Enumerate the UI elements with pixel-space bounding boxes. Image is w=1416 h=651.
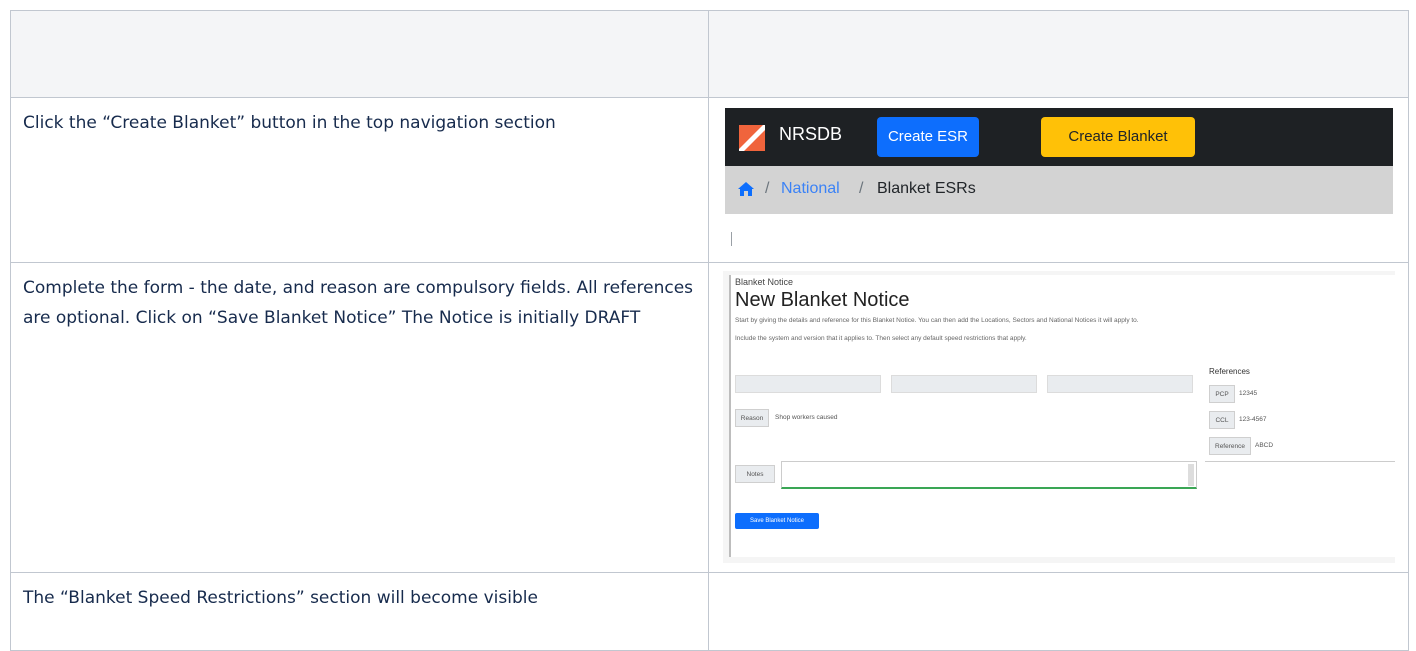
breadcrumb-separator: /	[765, 180, 770, 197]
save-blanket-notice-button[interactable]: Save Blanket Notice	[735, 513, 819, 529]
navbar: NRSDB Create ESR Create Blanket	[725, 108, 1393, 166]
step-text: Click the “Create Blanket” button in the…	[23, 113, 556, 133]
step-screenshot-cell	[708, 572, 1409, 651]
breadcrumb: / National / Blanket ESRs	[725, 166, 1393, 214]
header-cell-step	[10, 10, 709, 98]
step-description-cell: Click the “Create Blanket” button in the…	[10, 97, 709, 263]
brand-name: NRSDB	[779, 124, 843, 144]
breadcrumb-current-page: Blanket ESRs	[877, 180, 976, 197]
references-panel: References PCP 12345 CCL 123-4567 Refere…	[1205, 367, 1395, 462]
reference-value[interactable]: ABCD	[1255, 437, 1273, 455]
form-description: Include the system and version that it a…	[735, 335, 1027, 342]
step-screenshot-cell: NRSDB Create ESR Create Blanket / Nation…	[708, 97, 1409, 263]
form-screenshot: Blanket Notice New Blanket Notice Start …	[723, 271, 1395, 563]
header-row	[10, 10, 1409, 98]
app-logo-icon	[739, 125, 765, 151]
form-panel: Blanket Notice New Blanket Notice Start …	[729, 275, 1395, 557]
step-description-cell: The “Blanket Speed Restrictions” section…	[10, 572, 709, 651]
end-date-field[interactable]	[891, 375, 1037, 393]
reason-label: Reason	[735, 409, 769, 427]
notes-textarea[interactable]	[781, 461, 1197, 489]
textarea-scrollbar[interactable]	[1188, 464, 1194, 486]
reference-label: Reference	[1209, 437, 1251, 455]
home-icon[interactable]	[737, 180, 755, 198]
status-field[interactable]	[1047, 375, 1193, 393]
page-content-area	[725, 214, 1393, 256]
reason-value[interactable]: Shop workers caused	[775, 409, 838, 427]
step-screenshot-cell: Blanket Notice New Blanket Notice Start …	[708, 262, 1409, 573]
reference-value[interactable]: 12345	[1239, 385, 1257, 403]
step-text: The “Blanket Speed Restrictions” section…	[23, 588, 538, 608]
table-row: Complete the form - the date, and reason…	[10, 262, 1409, 573]
form-breadcrumb: Blanket Notice	[735, 277, 794, 287]
step-description-cell: Complete the form - the date, and reason…	[10, 262, 709, 573]
breadcrumb-separator: /	[859, 180, 864, 197]
breadcrumb-link-national[interactable]: National	[781, 180, 840, 198]
create-esr-button[interactable]: Create ESR	[877, 117, 979, 157]
table-row: The “Blanket Speed Restrictions” section…	[10, 572, 1409, 651]
notes-label: Notes	[735, 465, 775, 483]
create-blanket-button[interactable]: Create Blanket	[1041, 117, 1195, 157]
header-cell-screenshot	[708, 10, 1409, 98]
step-text: Complete the form - the date, and reason…	[23, 278, 694, 328]
form-title: New Blanket Notice	[735, 289, 910, 311]
form-description: Start by giving the details and referenc…	[735, 317, 1139, 324]
references-title: References	[1209, 367, 1250, 376]
reference-value[interactable]: 123-4567	[1239, 411, 1266, 429]
navigation-screenshot: NRSDB Create ESR Create Blanket / Nation…	[725, 108, 1393, 256]
reference-label: PCP	[1209, 385, 1235, 403]
reference-label: CCL	[1209, 411, 1235, 429]
start-date-field[interactable]	[735, 375, 881, 393]
table-row: Click the “Create Blanket” button in the…	[10, 97, 1409, 263]
steps-table: Click the “Create Blanket” button in the…	[10, 10, 1409, 651]
